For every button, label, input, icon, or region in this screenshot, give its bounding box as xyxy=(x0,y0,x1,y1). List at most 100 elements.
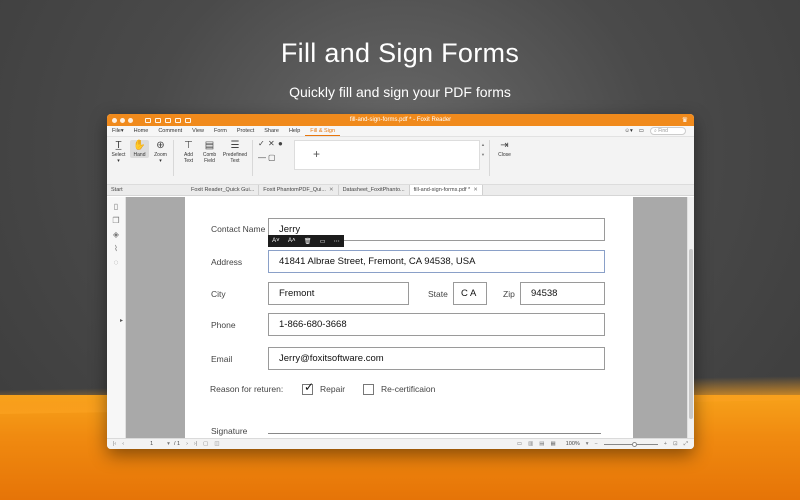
close-icon[interactable]: ✕ xyxy=(329,187,334,193)
attachment-icon[interactable]: ⌇ xyxy=(112,245,120,253)
facing-view-icon[interactable]: ◫ xyxy=(214,441,219,447)
comb-field-button[interactable]: ▤ Comb Field xyxy=(200,140,219,164)
email-field[interactable]: Jerry@foxitsoftware.com xyxy=(268,347,605,370)
zoom-in-icon[interactable]: + xyxy=(664,441,667,447)
menu-fill-and-sign[interactable]: Fill & Sign xyxy=(305,126,341,136)
menu-help[interactable]: Help xyxy=(284,126,305,136)
line-icon[interactable]: — xyxy=(258,154,268,162)
predefined-text-button[interactable]: ☰ Predefined Text xyxy=(221,140,249,164)
pages-icon[interactable]: ❐ xyxy=(112,217,120,225)
first-page-icon[interactable]: |‹ xyxy=(113,441,116,447)
more-icon[interactable]: ⋯ xyxy=(334,238,340,245)
chevron-down-icon: ▼ xyxy=(481,152,485,157)
signature-line[interactable] xyxy=(268,433,601,434)
tab-label: Datasheet_FoxitPhanto... xyxy=(342,187,405,193)
menu-form[interactable]: Form xyxy=(209,126,232,136)
signature-label: Signature xyxy=(211,426,248,436)
address-field[interactable]: 41841 Albrae Street, Fremont, CA 94538, … xyxy=(268,250,605,273)
two-page-mode-icon[interactable]: ▤ xyxy=(539,441,544,447)
repair-checkbox[interactable]: ✓ xyxy=(302,380,314,395)
select-tool-button[interactable]: T̲ Select ▾ xyxy=(109,140,128,164)
zoom-tool-button[interactable]: ⊕ Zoom ▾ xyxy=(151,140,170,164)
state-label: State xyxy=(428,289,448,299)
menu-file-label: File xyxy=(112,128,121,134)
menu-view[interactable]: View xyxy=(187,126,209,136)
zip-field[interactable]: 94538 xyxy=(520,282,605,305)
status-bar: |‹ ‹ 1 ▾ / 1 › ›| ▢ ◫ ▭ ▥ ▤ ▦ 100% ▾ − +… xyxy=(107,438,694,449)
checkmark-icon[interactable]: ✓ xyxy=(258,140,268,148)
tab-document[interactable]: Foxit PhantomPDF_Qui... ✕ xyxy=(259,185,339,195)
checkmark-icon: ✓ xyxy=(304,380,315,394)
expand-panel-icon[interactable]: ▸ xyxy=(120,317,123,324)
recertification-checkbox[interactable] xyxy=(363,384,374,395)
close-icon[interactable]: ✕ xyxy=(473,187,478,193)
address-label: Address xyxy=(211,257,243,267)
zoom-out-icon[interactable]: − xyxy=(595,441,598,447)
add-text-button[interactable]: ⊤ Add Text xyxy=(179,140,198,164)
menu-home[interactable]: Home xyxy=(129,126,154,136)
single-page-mode-icon[interactable]: ▭ xyxy=(517,441,522,447)
dot-icon[interactable]: ● xyxy=(278,140,288,148)
decrease-font-icon[interactable]: A˅ xyxy=(272,238,280,244)
page-number-input[interactable]: 1 xyxy=(150,441,153,447)
page-menu-icon[interactable]: ▾ xyxy=(167,441,170,447)
continuous-mode-icon[interactable]: ▥ xyxy=(528,441,533,447)
hero-subtitle: Quickly fill and sign your PDF forms xyxy=(289,84,511,100)
phone-field[interactable]: 1-866-680-3668 xyxy=(268,313,605,336)
add-signature-icon[interactable]: + xyxy=(313,147,320,161)
next-page-icon[interactable]: › xyxy=(186,441,188,447)
find-input[interactable]: ⌕ Find xyxy=(650,127,686,135)
vertical-scrollbar[interactable] xyxy=(687,197,694,438)
tab-document[interactable]: Foxit Reader_Quick Gui... xyxy=(187,185,260,195)
ribbon-divider xyxy=(489,140,490,176)
tab-document[interactable]: Datasheet_FoxitPhanto... xyxy=(339,185,410,195)
fullscreen-icon[interactable]: ⤢ xyxy=(684,441,688,448)
title-bar: fill-and-sign-forms.pdf * - Foxit Reader… xyxy=(107,114,694,126)
close-button[interactable]: ⇥ Close xyxy=(495,140,514,158)
contact-name-label: Contact Name xyxy=(211,224,266,234)
cross-icon[interactable]: ✕ xyxy=(268,140,278,148)
scroll-thumb[interactable] xyxy=(689,249,693,419)
crown-icon[interactable]: ♛ xyxy=(682,116,688,124)
select-text-icon: T̲ xyxy=(115,140,122,151)
fit-width-icon[interactable]: ⊡ xyxy=(673,441,678,447)
zoom-slider-knob[interactable] xyxy=(631,441,637,447)
tab-document-active[interactable]: fill-and-sign-forms.pdf * ✕ xyxy=(409,185,483,195)
bookmark-icon[interactable]: ▯ xyxy=(112,203,120,211)
last-page-icon[interactable]: ›| xyxy=(194,441,197,447)
document-canvas: Contact Name Jerry A˅ A˄ 🗑 ▭ ⋯ Address 4… xyxy=(126,197,694,438)
menu-share[interactable]: Share xyxy=(259,126,284,136)
comment-icon[interactable]: ▭ xyxy=(639,128,644,134)
layers-icon[interactable]: ◈ xyxy=(112,231,120,239)
fit-page-icon[interactable]: ▦ xyxy=(551,441,556,447)
zoom-level[interactable]: 100% xyxy=(566,441,580,447)
comb-field-label-2: Field xyxy=(204,158,215,164)
menu-comment[interactable]: Comment xyxy=(153,126,187,136)
page-total: / 1 xyxy=(173,441,181,447)
ribbon-divider xyxy=(252,140,253,176)
navigation-panel: ▯ ❐ ◈ ⌇ ◌ ▸ xyxy=(107,197,126,438)
zoom-slider[interactable] xyxy=(603,441,658,447)
hand-tool-button[interactable]: ✋ Hand xyxy=(130,140,149,158)
menu-file[interactable]: File ▾ xyxy=(107,126,129,136)
email-label: Email xyxy=(211,354,233,364)
single-page-view-icon[interactable]: ▢ xyxy=(203,441,208,447)
signature-palette-scroll[interactable]: ▲ ▼ xyxy=(480,140,486,170)
zoom-menu-icon[interactable]: ▾ xyxy=(586,441,589,447)
account-icon[interactable]: ☺▾ xyxy=(624,128,632,134)
city-field[interactable]: Fremont xyxy=(268,282,409,305)
zoom-icon: ⊕ xyxy=(156,140,165,151)
document-tab-bar: Start Foxit Reader_Quick Gui... Foxit Ph… xyxy=(107,185,694,196)
menu-protect[interactable]: Protect xyxy=(232,126,259,136)
signature-palette[interactable]: + xyxy=(294,140,480,170)
square-icon[interactable]: ▢ xyxy=(268,154,278,162)
previous-page-icon[interactable]: ‹ xyxy=(122,441,124,447)
comb-field-icon: ▤ xyxy=(204,140,215,151)
comments-icon[interactable]: ◌ xyxy=(112,259,120,267)
predefined-text-icon: ☰ xyxy=(230,140,240,151)
tab-start[interactable]: Start xyxy=(107,185,187,195)
increase-font-icon[interactable]: A˄ xyxy=(288,238,296,244)
delete-icon[interactable]: 🗑 xyxy=(304,238,312,245)
state-field[interactable]: C A xyxy=(453,282,487,305)
comb-icon[interactable]: ▭ xyxy=(320,238,326,245)
